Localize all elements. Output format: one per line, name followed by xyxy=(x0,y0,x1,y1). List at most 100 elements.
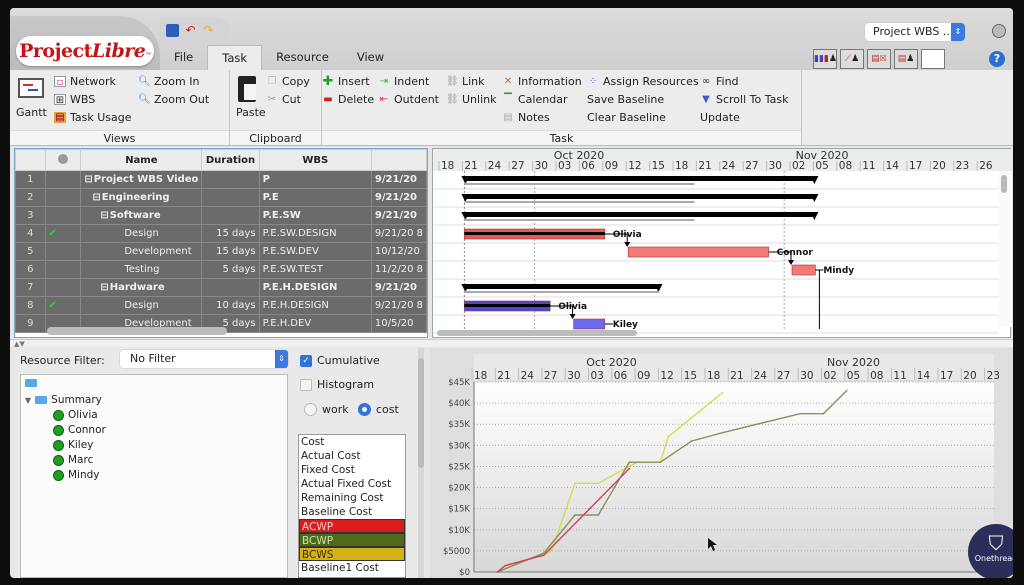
clear-baseline-button[interactable]: Clear Baseline xyxy=(587,111,666,124)
metric-item[interactable]: Fixed Cost xyxy=(299,463,405,477)
task-row[interactable]: 7 ⊟Hardware P.E.H.DESIGN 9/21/20 xyxy=(15,278,428,297)
task-name[interactable]: ⊟Software xyxy=(80,206,203,225)
task-wbs[interactable]: P.E.H.DESIGN xyxy=(258,296,372,315)
notes-button[interactable]: ▤ Notes xyxy=(502,111,550,124)
metric-item[interactable]: BCWS xyxy=(299,547,405,561)
task-bar[interactable] xyxy=(791,264,816,276)
task-duration[interactable]: 5 days xyxy=(201,260,260,279)
cost-radio[interactable]: cost xyxy=(358,403,399,416)
resource-item[interactable]: Connor xyxy=(53,424,106,436)
tab-resource[interactable]: Resource xyxy=(262,45,343,70)
zoom-in-button[interactable]: 🔍︎ Zoom In xyxy=(138,75,199,88)
task-start[interactable]: 9/21/20 8 xyxy=(370,296,428,315)
task-row[interactable]: 3 ⊟Software P.E.SW 9/21/20 xyxy=(15,206,428,225)
collapse-icon[interactable]: ⊟ xyxy=(100,282,108,293)
indent-button[interactable]: ⇥ Indent xyxy=(378,75,429,88)
link-button[interactable]: ⛓ Link xyxy=(446,75,485,88)
calendar-button[interactable]: ▔ Calendar xyxy=(502,93,567,106)
unlink-button[interactable]: ⛓ Unlink xyxy=(446,93,496,106)
tab-view[interactable]: View xyxy=(343,45,398,70)
task-id[interactable]: 2 xyxy=(15,188,46,207)
cumulative-checkbox[interactable]: ✓ Cumulative xyxy=(300,354,380,367)
task-start[interactable]: 10/5/20 xyxy=(370,314,428,333)
update-button[interactable]: Update xyxy=(700,111,740,124)
task-duration[interactable]: 10 days xyxy=(201,296,260,315)
resource-item[interactable]: Olivia xyxy=(53,409,98,421)
scroll-to-task-button[interactable]: ▼ Scroll To Task xyxy=(700,93,788,106)
globe-icon[interactable] xyxy=(992,24,1006,38)
resource-usage-icon[interactable]: ▤♟ xyxy=(894,49,918,69)
metric-item[interactable]: Actual Fixed Cost xyxy=(299,477,405,491)
col-name[interactable]: Name xyxy=(80,149,203,171)
task-name[interactable]: Design xyxy=(80,296,203,315)
task-duration[interactable] xyxy=(201,170,260,189)
zoom-out-button[interactable]: 🔍︎ Zoom Out xyxy=(138,93,209,106)
task-row[interactable]: 6 Testing 5 days P.E.SW.TEST 11/2/20 8 xyxy=(15,260,428,279)
network-button[interactable]: ▫ Network xyxy=(54,75,116,88)
scroll-thumb[interactable] xyxy=(418,358,424,468)
task-name[interactable]: ⊟Engineering xyxy=(80,188,203,207)
task-wbs[interactable]: P.E.SW xyxy=(258,206,372,225)
task-id[interactable]: 3 xyxy=(15,206,46,225)
task-id[interactable]: 7 xyxy=(15,278,46,297)
metric-item[interactable]: BCWP xyxy=(299,533,405,547)
task-row[interactable]: 5 Development 15 days P.E.SW.DEV 10/12/20 xyxy=(15,242,428,261)
col-indicators[interactable] xyxy=(44,149,82,171)
task-id[interactable]: 9 xyxy=(15,314,46,333)
summary-bar[interactable] xyxy=(464,284,660,289)
gantt-hscroll-thumb[interactable] xyxy=(437,330,637,336)
col-id[interactable] xyxy=(15,149,46,171)
task-start[interactable]: 9/21/20 8 xyxy=(370,224,428,243)
task-duration[interactable] xyxy=(201,188,260,207)
information-button[interactable]: ✕ Information xyxy=(502,75,582,88)
redo-icon[interactable]: ↷ xyxy=(202,24,215,37)
insert-button[interactable]: ✚ Insert xyxy=(322,75,370,88)
split-divider[interactable]: ▲▼ xyxy=(10,339,1013,348)
task-id[interactable]: 5 xyxy=(15,242,46,261)
projectlibre-logo[interactable]: ProjectLibre™ xyxy=(16,36,154,66)
blank-view-button[interactable] xyxy=(921,49,945,69)
cut-button[interactable]: ✂ Cut xyxy=(266,93,301,106)
save-baseline-button[interactable]: Save Baseline xyxy=(587,93,664,106)
task-row[interactable]: 8 ✔ Design 10 days P.E.H.DESIGN 9/21/20 8 xyxy=(15,296,428,315)
histogram-checkbox[interactable]: Histogram xyxy=(300,378,374,391)
task-wbs[interactable]: P.E.SW.DESIGN xyxy=(258,224,372,243)
task-name[interactable]: Design xyxy=(80,224,203,243)
task-wbs[interactable]: P.E.H.DESIGN xyxy=(258,278,372,297)
task-wbs[interactable]: P.E.SW.DEV xyxy=(258,242,372,261)
resource-filter-select[interactable]: No Filter ⇕ xyxy=(120,350,288,368)
paste-button[interactable]: Paste xyxy=(236,106,266,119)
gantt-vscroll-track[interactable] xyxy=(998,171,1012,327)
resource-histogram-icon[interactable]: ▮▮▮♟ xyxy=(813,49,837,69)
copy-button[interactable]: ❐ Copy xyxy=(266,75,310,88)
task-wbs[interactable]: P xyxy=(258,170,372,189)
project-selector[interactable]: Project WBS ... ⇕ xyxy=(865,23,965,41)
task-row[interactable]: 1 ⊟Project WBS Video P 9/21/20 xyxy=(15,170,428,189)
summary-bar[interactable] xyxy=(464,176,816,181)
task-start[interactable]: 9/21/20 xyxy=(370,170,428,189)
col-duration[interactable]: Duration xyxy=(201,149,260,171)
task-start[interactable]: 9/21/20 xyxy=(370,206,428,225)
task-duration[interactable] xyxy=(201,278,260,297)
resource-chart-icon[interactable]: ⟋♟ xyxy=(840,49,864,69)
task-usage-close-icon[interactable]: ▤☒ xyxy=(867,49,891,69)
metric-item[interactable]: ACWP xyxy=(299,519,405,533)
tree-summary[interactable]: ▼ Summary xyxy=(25,394,102,406)
resource-item[interactable]: Marc xyxy=(53,454,93,466)
collapse-icon[interactable]: ⊟ xyxy=(100,210,108,221)
metric-item[interactable]: Baseline1 Cost xyxy=(299,561,405,575)
wbs-button[interactable]: ⊞ WBS xyxy=(54,93,95,106)
task-usage-button[interactable]: ▤ Task Usage xyxy=(54,111,132,124)
assign-resources-button[interactable]: ⁘ Assign Resources xyxy=(587,75,699,88)
metric-item[interactable]: Cost xyxy=(299,435,405,449)
collapse-icon[interactable]: ⊟ xyxy=(84,174,92,185)
resource-item[interactable]: Kiley xyxy=(53,439,93,451)
work-radio[interactable]: work xyxy=(304,403,349,416)
metric-item[interactable]: Actual Cost xyxy=(299,449,405,463)
disclosure-triangle-icon[interactable]: ▼ xyxy=(25,396,31,405)
help-icon[interactable]: ? xyxy=(989,51,1005,67)
options-vscroll[interactable] xyxy=(418,348,424,578)
task-name[interactable]: Development xyxy=(80,242,203,261)
task-duration[interactable] xyxy=(201,206,260,225)
task-bar[interactable] xyxy=(627,246,769,258)
